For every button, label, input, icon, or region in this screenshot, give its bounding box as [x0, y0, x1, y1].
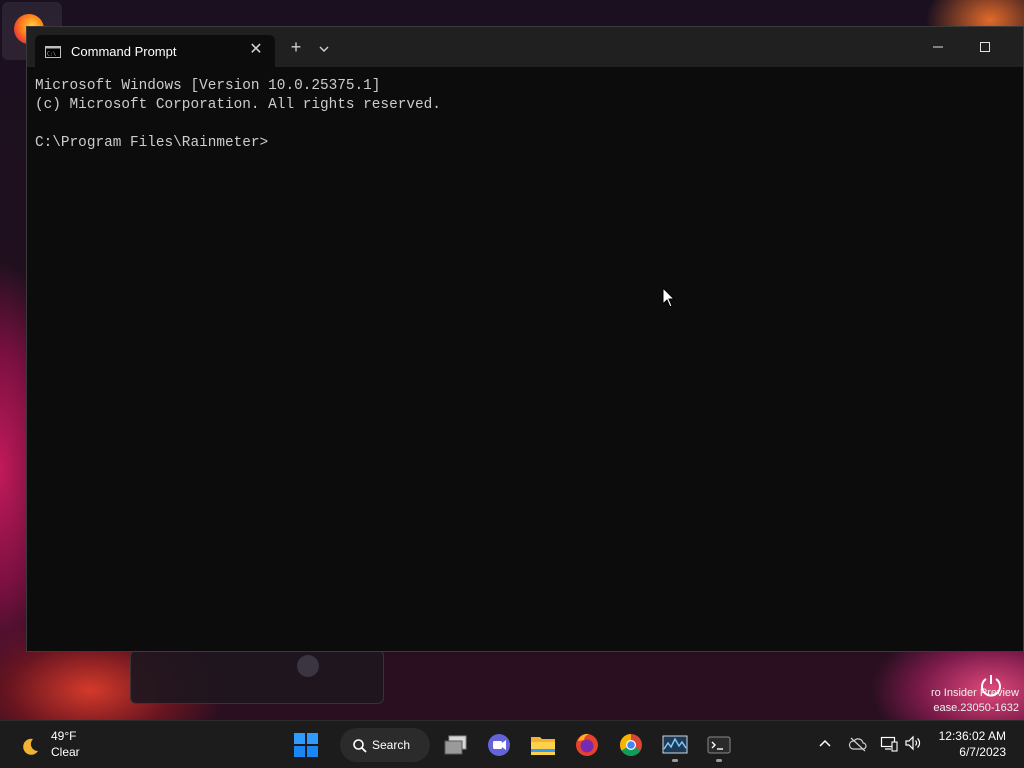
power-icon[interactable] — [978, 672, 1004, 698]
console-prompt: C:\Program Files\Rainmeter> — [35, 135, 269, 151]
weather-temperature: 49°F — [51, 729, 77, 743]
file-explorer-icon — [531, 737, 555, 755]
chevron-down-icon[interactable] — [314, 39, 334, 59]
clock-time: 12:36:02 AM — [938, 729, 1006, 743]
search-label: Search — [372, 738, 411, 752]
plus-icon: + — [290, 37, 302, 57]
svg-text:C:\: C:\ — [47, 52, 56, 58]
moon-icon — [23, 738, 38, 755]
minimize-button[interactable] — [915, 33, 961, 61]
system-clock[interactable]: 12:36:02 AM 6/7/2023 — [930, 728, 1006, 760]
running-indicator — [672, 759, 678, 762]
rainmeter-widget[interactable] — [130, 650, 384, 704]
taskbar: 49°F Clear Search 12:36:02 AM 6/7/2023 — [0, 720, 1024, 768]
maximize-button[interactable] — [961, 33, 1007, 61]
resource-monitor-button[interactable] — [655, 725, 695, 765]
console-line: Microsoft Windows [Version 10.0.25375.1] — [35, 78, 381, 94]
start-icon — [294, 733, 318, 757]
firefox-button[interactable] — [567, 725, 607, 765]
insider-watermark: ro Insider Preview ease.23050-1632 — [931, 686, 1019, 716]
search-button[interactable]: Search — [340, 728, 430, 762]
new-tab-button[interactable]: + — [285, 37, 307, 59]
task-view-icon — [444, 735, 467, 755]
insider-line-2: ease.23050-1632 — [933, 702, 1019, 714]
terminal-button[interactable] — [699, 725, 739, 765]
title-bar[interactable]: C:\ Command Prompt ✕ + — [27, 27, 1023, 67]
close-icon: ✕ — [249, 41, 263, 58]
task-view-button[interactable] — [436, 725, 476, 765]
weather-widget[interactable]: 49°F Clear — [16, 729, 106, 763]
chat-icon — [488, 734, 510, 756]
clock-date: 6/7/2023 — [959, 745, 1006, 759]
insider-line-1: ro Insider Preview — [930, 687, 1019, 699]
search-icon — [353, 739, 367, 753]
tab-command-prompt[interactable]: C:\ Command Prompt ✕ — [35, 35, 275, 67]
file-explorer-button[interactable] — [523, 725, 563, 765]
chat-button[interactable] — [479, 725, 519, 765]
onedrive-icon[interactable] — [848, 735, 868, 753]
tab-close-button[interactable]: ✕ — [245, 39, 267, 61]
volume-icon[interactable] — [904, 734, 922, 752]
start-button[interactable] — [286, 725, 326, 765]
weather-condition: Clear — [51, 745, 80, 759]
chrome-icon — [620, 734, 642, 756]
cmd-icon: C:\ — [45, 46, 61, 58]
console-line: (c) Microsoft Corporation. All rights re… — [35, 97, 441, 113]
running-indicator — [716, 759, 722, 762]
chevron-up-icon[interactable] — [816, 735, 834, 753]
firefox-icon — [576, 733, 598, 756]
mouse-pointer-icon — [662, 287, 676, 308]
terminal-window[interactable]: C:\ Command Prompt ✕ + Microsoft Windows… — [26, 26, 1024, 652]
tab-title: Command Prompt — [71, 44, 177, 59]
widget-knob[interactable] — [297, 655, 319, 677]
chrome-button[interactable] — [611, 725, 651, 765]
console-output[interactable]: Microsoft Windows [Version 10.0.25375.1]… — [35, 77, 1023, 651]
network-icon[interactable] — [880, 734, 898, 752]
